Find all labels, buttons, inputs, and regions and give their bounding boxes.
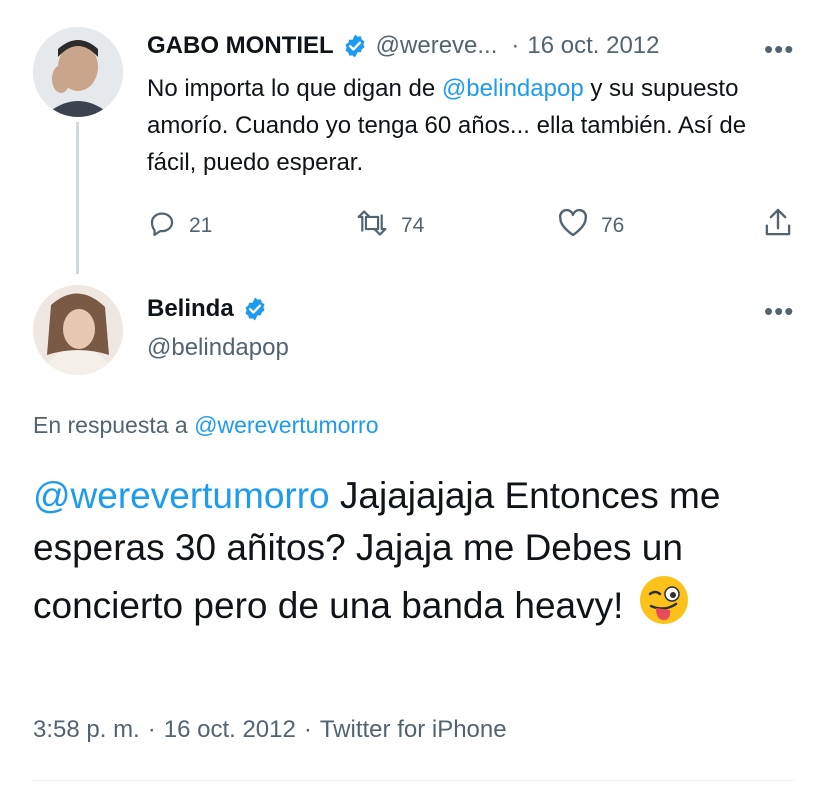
reply-button[interactable]: 21 [147,208,212,244]
tweet1-handle[interactable]: @wereve... [376,32,498,60]
retweet-button[interactable]: 74 [355,208,424,244]
verified-badge-icon [242,296,268,322]
tweet2-time[interactable]: 3:58 p. m. [33,716,140,744]
like-button[interactable]: 76 [557,208,624,244]
tweet1-more-icon[interactable]: ••• [764,36,794,62]
reply-context: En respuesta a @werevertumorro [33,412,379,439]
reply-prefix: En respuesta a [33,412,195,438]
share-icon[interactable] [762,206,794,245]
reply-count: 21 [189,214,213,237]
avatar-gabo[interactable] [33,27,123,117]
heart-icon [557,208,589,244]
tweet1-header: GABO MONTIEL @wereve... · 16 oct. 2012 [147,30,660,62]
tweet1-author-name[interactable]: GABO MONTIEL [147,32,334,60]
reply-to-link[interactable]: @werevertumorro [194,412,378,438]
thread-line [76,122,79,274]
avatar-belinda[interactable] [33,285,123,375]
tweet1-text: No importa lo que digan de @belindapop y… [147,70,797,181]
tweet1-dot: · [511,32,520,59]
tweet1-mention-link[interactable]: @belindapop [442,75,584,102]
tweet2-source[interactable]: Twitter for iPhone [320,716,507,744]
tweet2-meta: 3:58 p. m. · 16 oct. 2012 · Twitter for … [33,716,507,744]
retweet-icon [355,208,389,244]
tweet2-mention-link[interactable]: @werevertumorro [33,475,330,516]
tweet1-date[interactable]: 16 oct. 2012 [527,32,659,60]
tweet2-author-name[interactable]: Belinda [147,295,234,323]
divider [33,780,795,781]
like-count: 76 [601,214,625,237]
retweet-count: 74 [401,214,425,237]
tweet2-handle[interactable]: @belindapop [147,334,289,362]
tweet2-name-row: Belinda [147,293,268,325]
tweet2-text: @werevertumorro Jajajajaja Entonces me e… [33,470,808,640]
tweet2-more-icon[interactable]: ••• [764,298,794,324]
tweet1-text-pre: No importa lo que digan de [147,75,442,102]
meta-sep: · [303,716,312,743]
reply-icon [147,208,177,244]
winking-tongue-emoji [638,574,690,640]
verified-badge-icon [342,33,368,59]
meta-sep: · [147,716,156,743]
tweet2-date[interactable]: 16 oct. 2012 [164,716,296,744]
